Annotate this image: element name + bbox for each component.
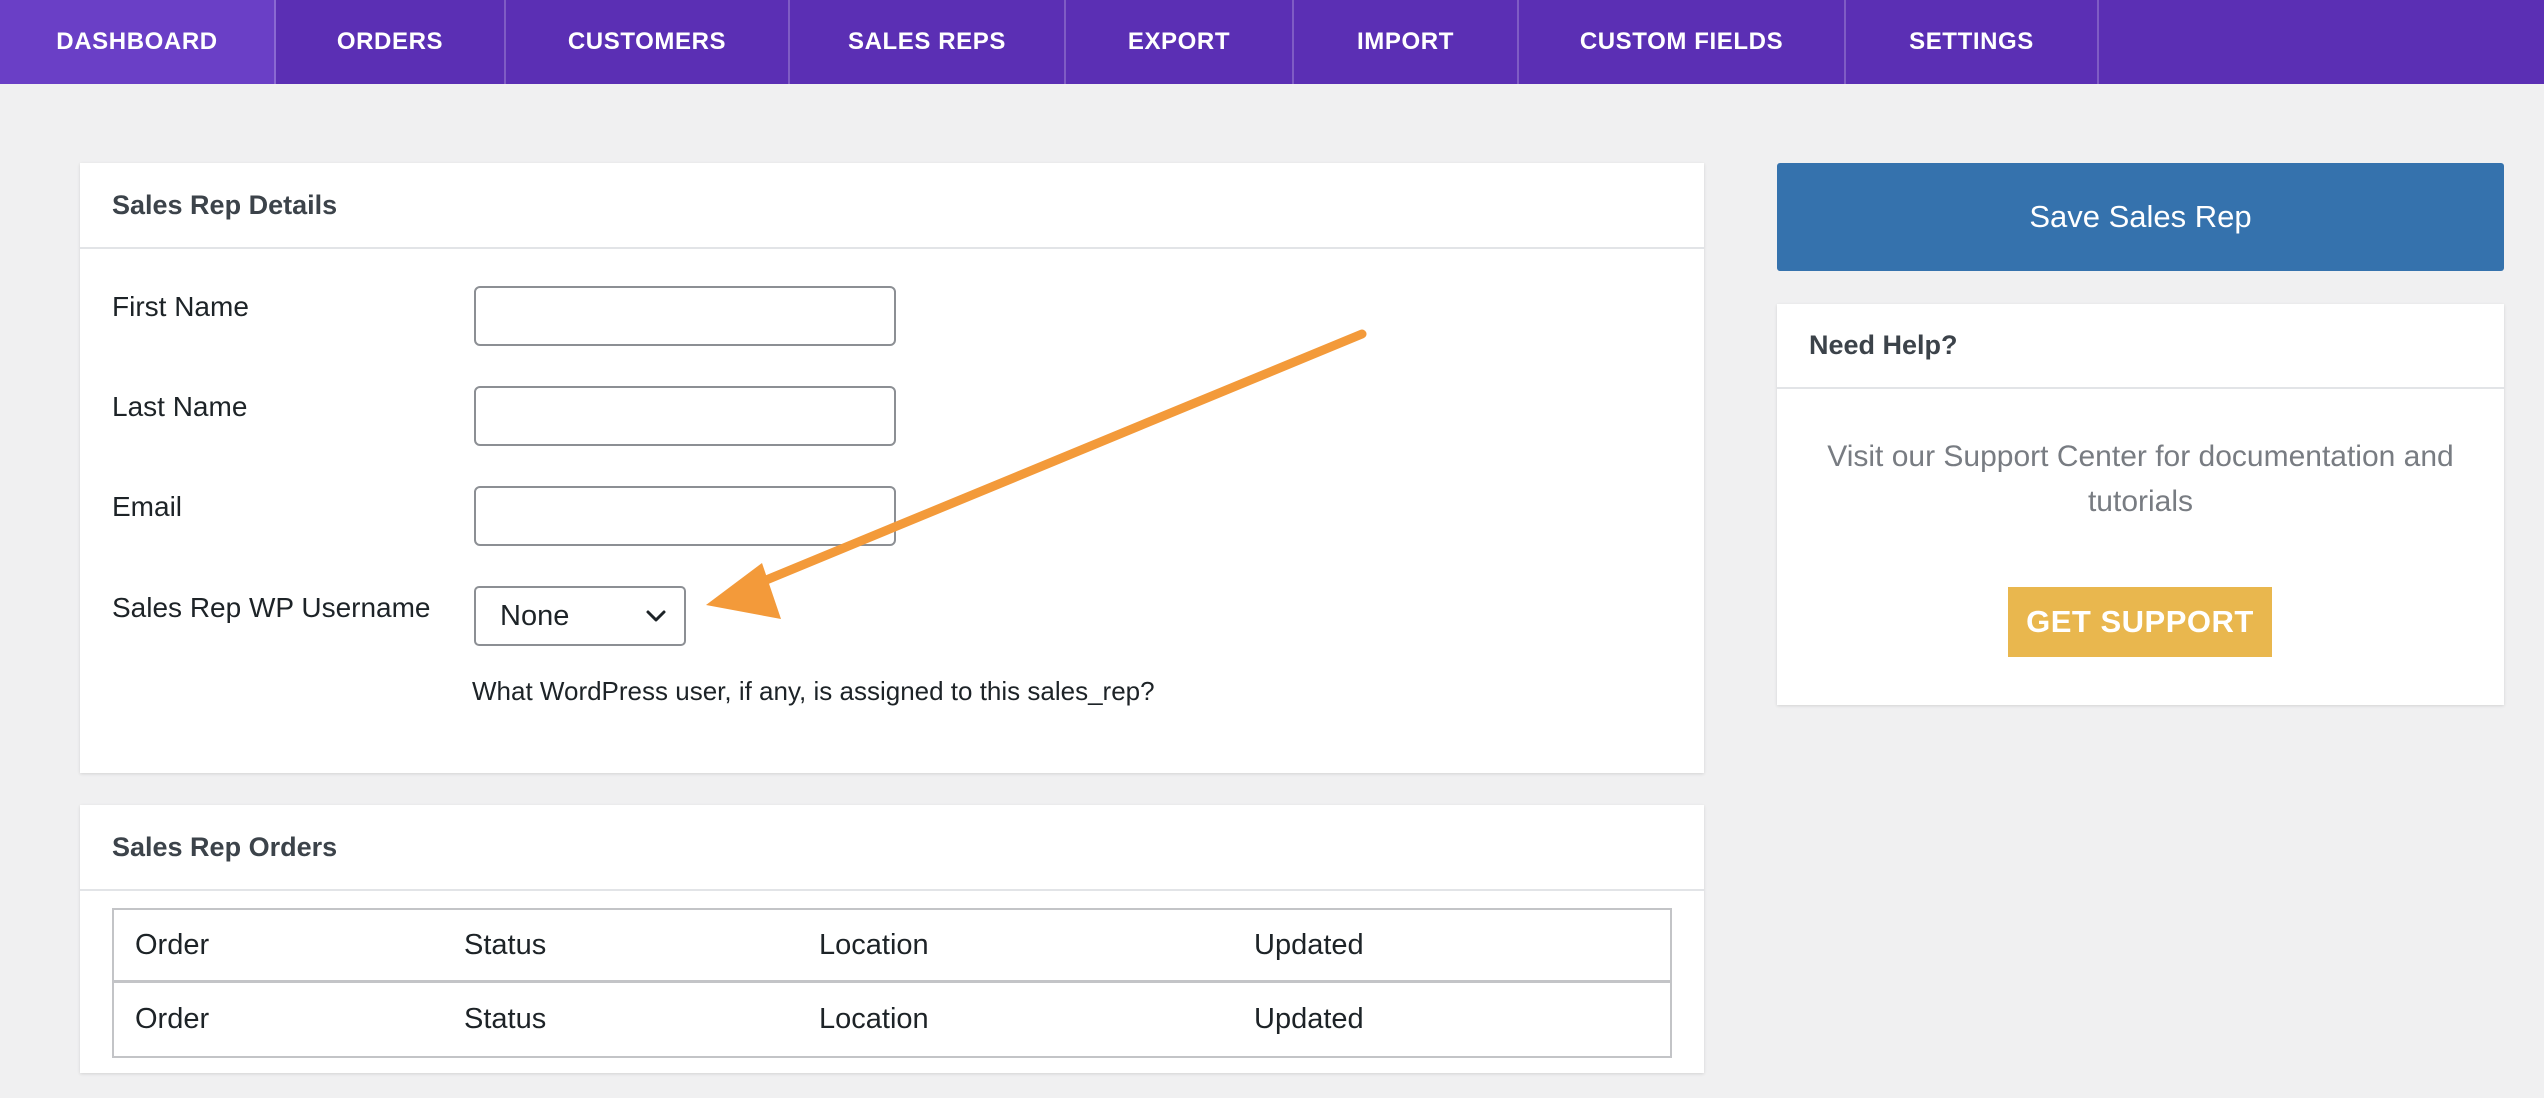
top-navigation: DASHBOARD ORDERS CUSTOMERS SALES REPS EX… xyxy=(0,0,2544,84)
column-header-order[interactable]: Order xyxy=(135,929,209,962)
orders-table: Order Status Location Updated Order Stat… xyxy=(112,908,1672,1058)
table-cell[interactable]: Updated xyxy=(1254,1003,1364,1036)
last-name-field[interactable] xyxy=(474,386,896,446)
table-cell[interactable]: Order xyxy=(135,1003,209,1036)
last-name-label: Last Name xyxy=(112,391,248,422)
table-footer-row: Order Status Location Updated xyxy=(114,983,1670,1056)
wp-username-selected-value: None xyxy=(500,599,570,632)
sales-rep-orders-panel: Sales Rep Orders Order Status Location U… xyxy=(80,805,1704,1073)
table-header-row: Order Status Location Updated xyxy=(114,910,1670,983)
save-sales-rep-button[interactable]: Save Sales Rep xyxy=(1777,163,2504,271)
tab-export[interactable]: EXPORT xyxy=(1066,0,1294,84)
first-name-label: First Name xyxy=(112,291,249,322)
tab-customers[interactable]: CUSTOMERS xyxy=(506,0,790,84)
column-header-updated[interactable]: Updated xyxy=(1254,929,1364,962)
tab-import[interactable]: IMPORT xyxy=(1294,0,1519,84)
wp-username-help-text: What WordPress user, if any, is assigned… xyxy=(472,676,1155,706)
email-label: Email xyxy=(112,491,183,522)
column-header-location[interactable]: Location xyxy=(819,929,929,962)
tab-orders[interactable]: ORDERS xyxy=(276,0,506,84)
tab-sales-reps[interactable]: SALES REPS xyxy=(790,0,1066,84)
column-header-status[interactable]: Status xyxy=(464,929,546,962)
tab-dashboard[interactable]: DASHBOARD xyxy=(0,0,276,84)
tab-settings[interactable]: SETTINGS xyxy=(1846,0,2099,84)
table-cell[interactable]: Status xyxy=(464,1003,546,1036)
panel-title: Sales Rep Orders xyxy=(80,805,1704,891)
first-name-field[interactable] xyxy=(474,286,896,346)
email-field[interactable] xyxy=(474,486,896,546)
get-support-button[interactable]: GET SUPPORT xyxy=(2008,587,2272,657)
panel-title: Sales Rep Details xyxy=(80,163,1704,249)
wp-username-label: Sales Rep WP Username xyxy=(112,592,431,623)
panel-title: Need Help? xyxy=(1777,304,2504,389)
wp-username-select[interactable]: None xyxy=(474,586,686,646)
need-help-panel: Need Help? Visit our Support Center for … xyxy=(1777,304,2504,705)
sales-rep-details-panel: Sales Rep Details First Name Last Name E… xyxy=(80,163,1704,773)
chevron-down-icon xyxy=(646,610,666,622)
tab-custom-fields[interactable]: CUSTOM FIELDS xyxy=(1519,0,1846,84)
help-description: Visit our Support Center for documentati… xyxy=(1827,440,2454,518)
table-cell[interactable]: Location xyxy=(819,1003,929,1036)
